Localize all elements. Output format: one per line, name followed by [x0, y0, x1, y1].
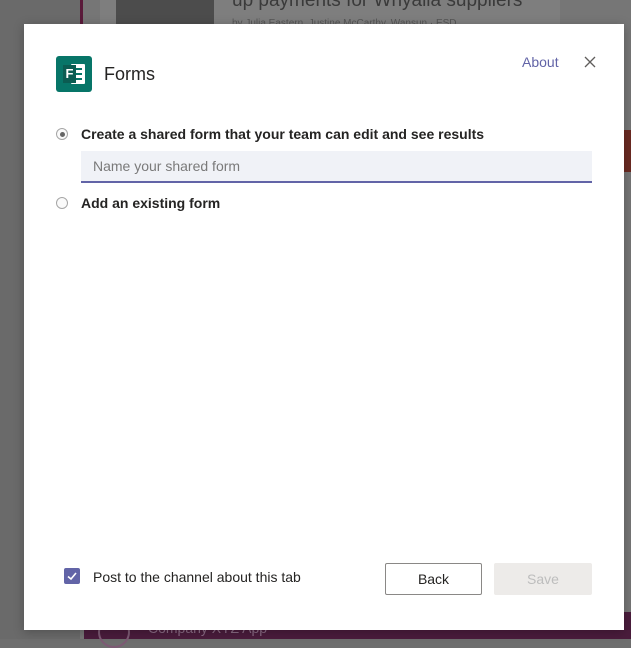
close-icon[interactable] — [582, 54, 598, 70]
background-right-accent — [623, 130, 631, 172]
post-to-channel-checkbox[interactable] — [64, 568, 80, 584]
radio-label-create-shared-form[interactable]: Create a shared form that your team can … — [81, 126, 484, 142]
forms-logo-icon: F — [56, 56, 92, 92]
dialog-title: Forms — [104, 64, 155, 84]
shared-form-name-input[interactable] — [81, 151, 592, 183]
radio-add-existing-form[interactable] — [56, 197, 68, 209]
background-headline: up payments for Whyalla suppliers — [232, 0, 523, 11]
background-accent — [80, 0, 83, 24]
forms-logo-letter: F — [63, 65, 76, 83]
post-to-channel-label[interactable]: Post to the channel about this tab — [93, 569, 301, 585]
radio-label-add-existing-form[interactable]: Add an existing form — [81, 195, 220, 211]
radio-create-shared-form[interactable] — [56, 128, 68, 140]
forms-dialog: F Forms About Create a shared form that … — [24, 24, 624, 630]
back-button[interactable]: Back — [385, 563, 482, 595]
about-link[interactable]: About — [522, 54, 559, 70]
save-button[interactable]: Save — [494, 563, 592, 595]
background-photo — [116, 0, 214, 24]
checkmark-icon — [67, 572, 77, 581]
